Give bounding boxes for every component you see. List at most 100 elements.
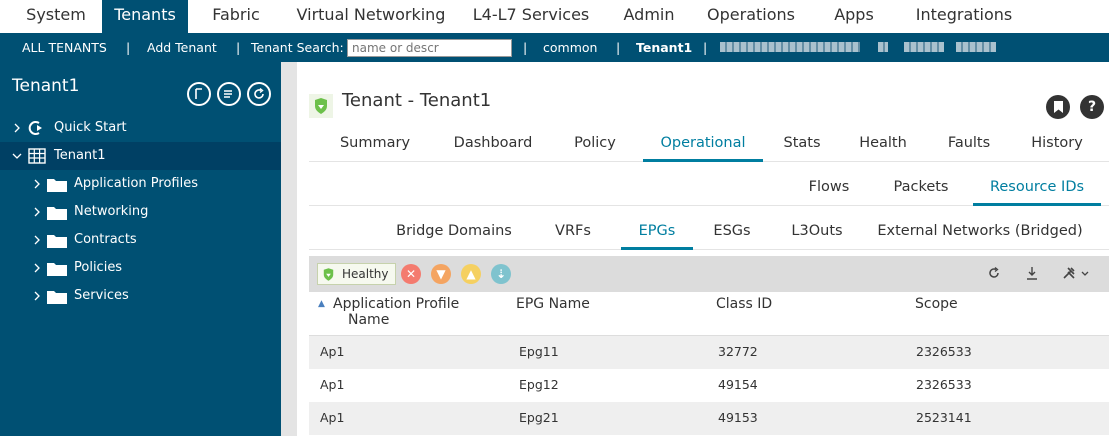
critical-fault-filter-icon[interactable]: ✕ xyxy=(401,264,421,284)
column-header-application-profile[interactable]: ▲ Application Profile Name xyxy=(318,296,488,328)
folder-icon xyxy=(47,179,67,192)
chevron-right-icon[interactable] xyxy=(12,121,22,135)
cell-application-profile: Ap1 xyxy=(320,377,345,392)
secondary-tabs: Flows Packets Resource IDs xyxy=(309,176,1109,206)
tab-integrations[interactable]: Integrations xyxy=(904,0,1024,33)
folder-icon xyxy=(47,235,67,248)
cell-class-id: 49153 xyxy=(718,410,758,425)
sidebar-item-label: Application Profiles xyxy=(74,176,198,191)
tab-health[interactable]: Health xyxy=(853,132,913,162)
nav-separator: | xyxy=(236,40,241,55)
chevron-right-icon[interactable] xyxy=(32,205,42,219)
tab-tenants[interactable]: Tenants xyxy=(102,0,188,33)
cell-class-id: 49154 xyxy=(718,377,758,392)
sidebar-item-quick-start[interactable]: Quick Start xyxy=(0,114,281,142)
chevron-right-icon[interactable] xyxy=(32,261,42,275)
tab-admin[interactable]: Admin xyxy=(610,0,688,33)
all-tenants-link[interactable]: ALL TENANTS xyxy=(22,33,107,62)
sidebar-item-services[interactable]: Services xyxy=(0,282,281,310)
tab-l3outs[interactable]: L3Outs xyxy=(779,220,855,250)
chevron-right-icon[interactable] xyxy=(32,233,42,247)
tab-operations[interactable]: Operations xyxy=(698,0,804,33)
cell-scope: 2326533 xyxy=(916,377,972,392)
tab-vrfs[interactable]: VRFs xyxy=(541,220,605,250)
tools-menu-icon[interactable] xyxy=(1061,266,1091,284)
tab-flows[interactable]: Flows xyxy=(797,176,861,206)
table-toolbar: Healthy ✕ ▼ ▲ ⇣ xyxy=(309,256,1109,292)
sidebar-item-label: Contracts xyxy=(74,232,137,247)
redacted-tenant-links xyxy=(720,42,860,52)
tenant-search-label: Tenant Search: xyxy=(251,40,344,55)
column-header-scope[interactable]: Scope xyxy=(915,296,958,312)
nav-separator: | xyxy=(616,40,621,55)
tenant-search-input[interactable] xyxy=(347,39,512,57)
tab-summary[interactable]: Summary xyxy=(335,132,415,162)
tab-fabric[interactable]: Fabric xyxy=(196,0,276,33)
list-filter-icon[interactable] xyxy=(217,82,241,106)
primary-tabs: Summary Dashboard Policy Operational Sta… xyxy=(309,132,1109,162)
tab-dashboard[interactable]: Dashboard xyxy=(443,132,543,162)
warning-fault-filter-icon[interactable]: ⇣ xyxy=(491,264,511,284)
sidebar-item-tenant1[interactable]: Tenant1 xyxy=(0,142,281,170)
sidebar-item-networking[interactable]: Networking xyxy=(0,198,281,226)
sidebar-item-policies[interactable]: Policies xyxy=(0,254,281,282)
sidebar-item-contracts[interactable]: Contracts xyxy=(0,226,281,254)
minor-fault-filter-icon[interactable]: ▲ xyxy=(461,264,481,284)
major-fault-filter-icon[interactable]: ▼ xyxy=(431,264,451,284)
cell-scope: 2523141 xyxy=(916,410,972,425)
sort-ascending-icon: ▲ xyxy=(318,299,325,309)
tab-stats[interactable]: Stats xyxy=(779,132,825,162)
tab-faults[interactable]: Faults xyxy=(941,132,997,162)
redacted-tenant-links xyxy=(956,42,996,52)
tab-operational[interactable]: Operational xyxy=(643,132,763,162)
nav-separator: | xyxy=(703,40,708,55)
table-row[interactable]: Ap1 Epg12 49154 2326533 xyxy=(309,369,1109,402)
folder-icon xyxy=(47,207,67,220)
table-row[interactable]: Ap1 Epg21 49153 2523141 xyxy=(309,402,1109,435)
tag-icon[interactable] xyxy=(187,82,211,106)
tab-esgs[interactable]: ESGs xyxy=(705,220,759,250)
sidebar-item-application-profiles[interactable]: Application Profiles xyxy=(0,170,281,198)
column-header-class-id[interactable]: Class ID xyxy=(716,296,772,312)
tab-bridge-domains[interactable]: Bridge Domains xyxy=(389,220,519,250)
tab-policy[interactable]: Policy xyxy=(565,132,625,162)
tab-resource-ids[interactable]: Resource IDs xyxy=(973,176,1101,206)
quick-start-icon xyxy=(28,121,42,135)
tab-apps[interactable]: Apps xyxy=(818,0,890,33)
pane-splitter[interactable] xyxy=(281,62,297,436)
cell-epg-name: Epg21 xyxy=(519,410,559,425)
health-status-badge[interactable]: Healthy xyxy=(317,263,396,285)
download-icon[interactable] xyxy=(1023,266,1041,284)
chevron-right-icon[interactable] xyxy=(32,177,42,191)
tab-history[interactable]: History xyxy=(1025,132,1089,162)
main-pane: Tenant - Tenant1 ? Summary Dashboard Pol… xyxy=(297,62,1109,436)
tab-external-networks-bridged[interactable]: External Networks (Bridged) xyxy=(875,220,1085,250)
tab-epgs[interactable]: EPGs xyxy=(621,220,693,250)
sidebar: Tenant1 Quick Start Tenant1 Application … xyxy=(0,62,281,436)
sidebar-item-label: Networking xyxy=(74,204,149,219)
cell-application-profile: Ap1 xyxy=(320,344,345,359)
common-tenant-link[interactable]: common xyxy=(543,33,597,62)
table-header: ▲ Application Profile Name EPG Name Clas… xyxy=(309,292,1109,336)
tab-l4-l7-services[interactable]: L4-L7 Services xyxy=(462,0,600,33)
help-button[interactable]: ? xyxy=(1080,95,1104,119)
chevron-down-icon[interactable] xyxy=(12,149,22,163)
sidebar-item-label: Tenant1 xyxy=(54,148,106,163)
chevron-right-icon[interactable] xyxy=(32,289,42,303)
nav-separator: | xyxy=(126,40,131,55)
add-tenant-link[interactable]: Add Tenant xyxy=(147,33,217,62)
health-shield-icon xyxy=(323,268,334,281)
tenant1-link[interactable]: Tenant1 xyxy=(636,33,692,62)
cell-scope: 2326533 xyxy=(916,344,972,359)
refresh-icon[interactable] xyxy=(985,266,1003,284)
table-row[interactable]: Ap1 Epg11 32772 2326533 xyxy=(309,336,1109,369)
tab-system[interactable]: System xyxy=(10,0,102,33)
top-nav: System Tenants Fabric Virtual Networking… xyxy=(0,0,1109,33)
column-header-epg-name[interactable]: EPG Name xyxy=(516,296,590,312)
bookmark-button[interactable] xyxy=(1046,95,1070,119)
bookmark-icon xyxy=(1054,101,1063,113)
tab-virtual-networking[interactable]: Virtual Networking xyxy=(288,0,454,33)
refresh-icon[interactable] xyxy=(247,82,271,106)
tab-packets[interactable]: Packets xyxy=(881,176,961,206)
folder-icon xyxy=(47,291,67,304)
